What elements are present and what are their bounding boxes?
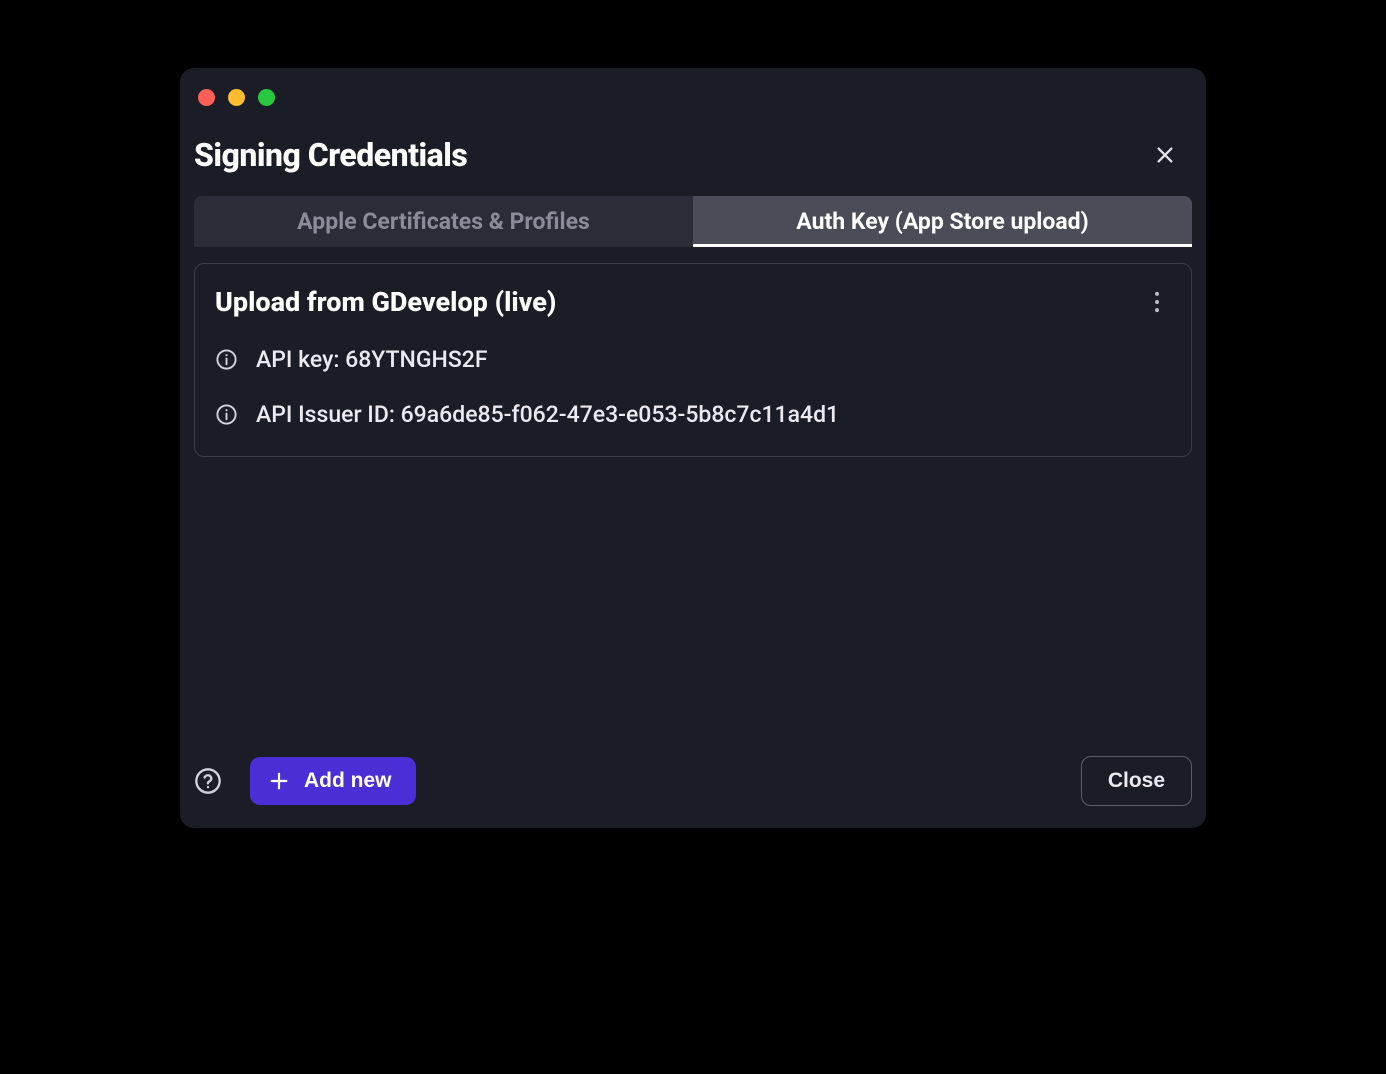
help-button[interactable] bbox=[194, 767, 222, 795]
card-header: Upload from GDevelop (live) bbox=[215, 286, 1171, 318]
api-key-value: API key: 68YTNGHS2F bbox=[256, 346, 488, 373]
api-issuer-value: API Issuer ID: 69a6de85-f062-47e3-e053-5… bbox=[256, 401, 839, 428]
close-icon bbox=[1154, 144, 1176, 166]
api-key-row: API key: 68YTNGHS2F bbox=[215, 346, 1171, 373]
window-close-traffic-light[interactable] bbox=[198, 89, 215, 106]
info-icon bbox=[215, 348, 238, 371]
card-menu-button[interactable] bbox=[1143, 288, 1171, 316]
add-new-button[interactable]: Add new bbox=[250, 757, 416, 805]
api-issuer-row: API Issuer ID: 69a6de85-f062-47e3-e053-5… bbox=[215, 401, 1171, 428]
window-titlebar bbox=[180, 68, 1206, 126]
tab-auth-key[interactable]: Auth Key (App Store upload) bbox=[693, 196, 1192, 247]
close-label: Close bbox=[1108, 769, 1165, 792]
add-new-label: Add new bbox=[304, 769, 392, 793]
dialog-window: Signing Credentials Apple Certificates &… bbox=[180, 68, 1206, 828]
dialog-title: Signing Credentials bbox=[194, 136, 467, 174]
dialog-footer: Add new Close bbox=[180, 756, 1206, 828]
tab-certificates[interactable]: Apple Certificates & Profiles bbox=[194, 196, 693, 247]
auth-key-card: Upload from GDevelop (live) API key: 68Y… bbox=[194, 263, 1192, 457]
window-zoom-traffic-light[interactable] bbox=[258, 89, 275, 106]
more-vertical-icon bbox=[1143, 288, 1171, 316]
plus-icon bbox=[268, 770, 290, 792]
footer-left: Add new bbox=[194, 757, 416, 805]
info-icon bbox=[215, 403, 238, 426]
close-button[interactable] bbox=[1150, 140, 1180, 170]
close-footer-button[interactable]: Close bbox=[1081, 756, 1192, 806]
dialog-content: Upload from GDevelop (live) API key: 68Y… bbox=[180, 247, 1206, 756]
window-minimize-traffic-light[interactable] bbox=[228, 89, 245, 106]
card-title: Upload from GDevelop (live) bbox=[215, 286, 556, 318]
tabs-container: Apple Certificates & Profiles Auth Key (… bbox=[194, 196, 1192, 247]
dialog-header: Signing Credentials bbox=[180, 126, 1206, 196]
